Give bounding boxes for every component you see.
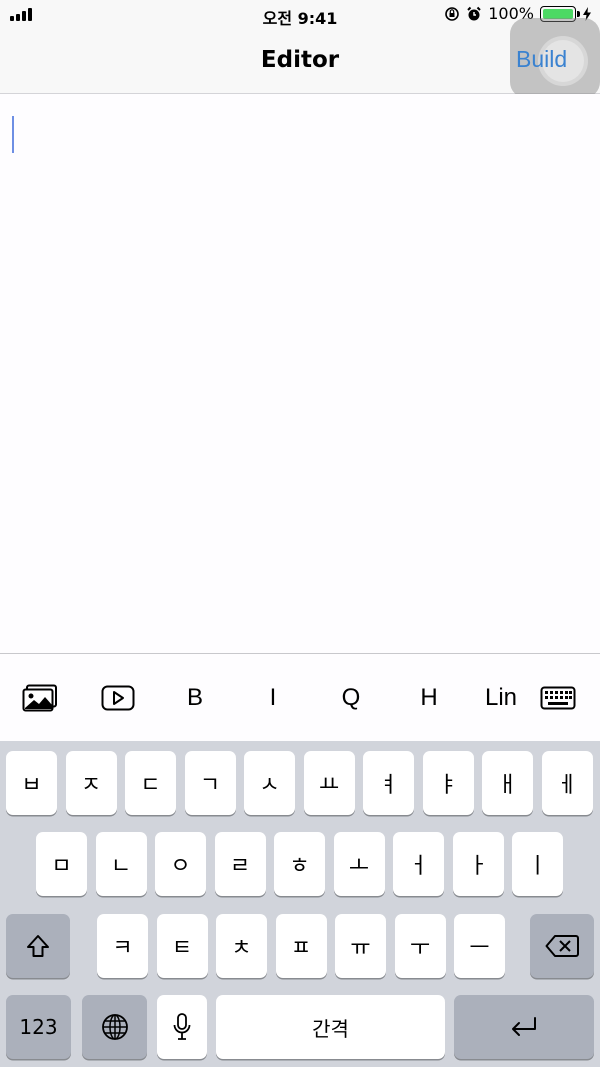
shift-key[interactable] — [6, 914, 70, 978]
key-row2-7[interactable]: ㅏ — [452, 832, 504, 896]
editor-text-area[interactable] — [0, 94, 600, 653]
key-row2-2[interactable]: ㅇ — [155, 832, 206, 896]
delete-key[interactable] — [530, 914, 594, 978]
text-caret — [12, 116, 14, 153]
key-row1-3[interactable]: ㄱ — [184, 751, 236, 815]
key-row2-0[interactable]: ㅁ — [36, 832, 87, 896]
key-row1-9[interactable]: ㅔ — [541, 751, 593, 815]
delete-icon — [545, 935, 579, 957]
key-row2-4[interactable]: ㅎ — [274, 832, 325, 896]
key-row2-3[interactable]: ㄹ — [214, 832, 266, 896]
key-row1-1[interactable]: ㅈ — [65, 751, 117, 815]
key-row2-1[interactable]: ㄴ — [95, 832, 147, 896]
key-row3-2[interactable]: ㅊ — [216, 914, 267, 978]
key-row2-6[interactable]: ㅓ — [393, 832, 444, 896]
quote-button[interactable]: Q — [328, 654, 374, 742]
insert-image-icon[interactable] — [18, 654, 62, 742]
key-row1-5[interactable]: ㅛ — [303, 751, 355, 815]
mic-icon — [173, 1013, 191, 1040]
key-row3-4[interactable]: ㅠ — [335, 914, 386, 978]
nav-bar: Editor Build — [0, 18, 600, 98]
heading-button[interactable]: H — [406, 654, 452, 742]
numbers-key[interactable]: 123 — [6, 995, 71, 1059]
alarm-icon — [467, 6, 481, 20]
space-key[interactable]: 간격 — [216, 995, 445, 1059]
globe-icon — [101, 1014, 128, 1040]
key-row1-0[interactable]: ㅂ — [6, 751, 57, 815]
insert-video-icon[interactable] — [96, 654, 140, 742]
link-button[interactable]: Lin — [476, 654, 526, 742]
formatting-toolbar: B I Q H Lin — [0, 653, 600, 741]
mic-key[interactable] — [157, 995, 207, 1059]
key-row3-3[interactable]: ㅍ — [275, 914, 327, 978]
key-row3-6[interactable]: ㅡ — [454, 914, 505, 978]
key-row2-5[interactable]: ㅗ — [333, 832, 385, 896]
key-row1-2[interactable]: ㄷ — [125, 751, 176, 815]
key-row1-4[interactable]: ㅅ — [244, 751, 295, 815]
keyboard: ㅂㅈㄷㄱㅅㅛㅕㅑㅐㅔ ㅁㄴㅇㄹㅎㅗㅓㅏㅣ ㅋㅌㅊㅍㅠㅜㅡ 123 간격 — [0, 741, 600, 1067]
hide-keyboard-icon[interactable] — [536, 654, 580, 742]
build-button[interactable]: Build — [516, 46, 567, 73]
key-row1-6[interactable]: ㅕ — [363, 751, 414, 815]
key-row2-8[interactable]: ㅣ — [512, 832, 563, 896]
rotation-lock-icon — [445, 6, 460, 21]
italic-button[interactable]: I — [250, 654, 296, 742]
bold-button[interactable]: B — [172, 654, 218, 742]
shift-icon — [27, 935, 49, 957]
key-row1-8[interactable]: ㅐ — [482, 751, 533, 815]
globe-key[interactable] — [82, 995, 147, 1059]
key-row3-0[interactable]: ㅋ — [97, 914, 148, 978]
key-row3-1[interactable]: ㅌ — [156, 914, 208, 978]
return-icon — [512, 1017, 536, 1036]
key-row3-5[interactable]: ㅜ — [394, 914, 446, 978]
key-row1-7[interactable]: ㅑ — [422, 751, 474, 815]
build-button-area[interactable]: Build — [510, 18, 600, 98]
return-key[interactable] — [454, 995, 594, 1059]
